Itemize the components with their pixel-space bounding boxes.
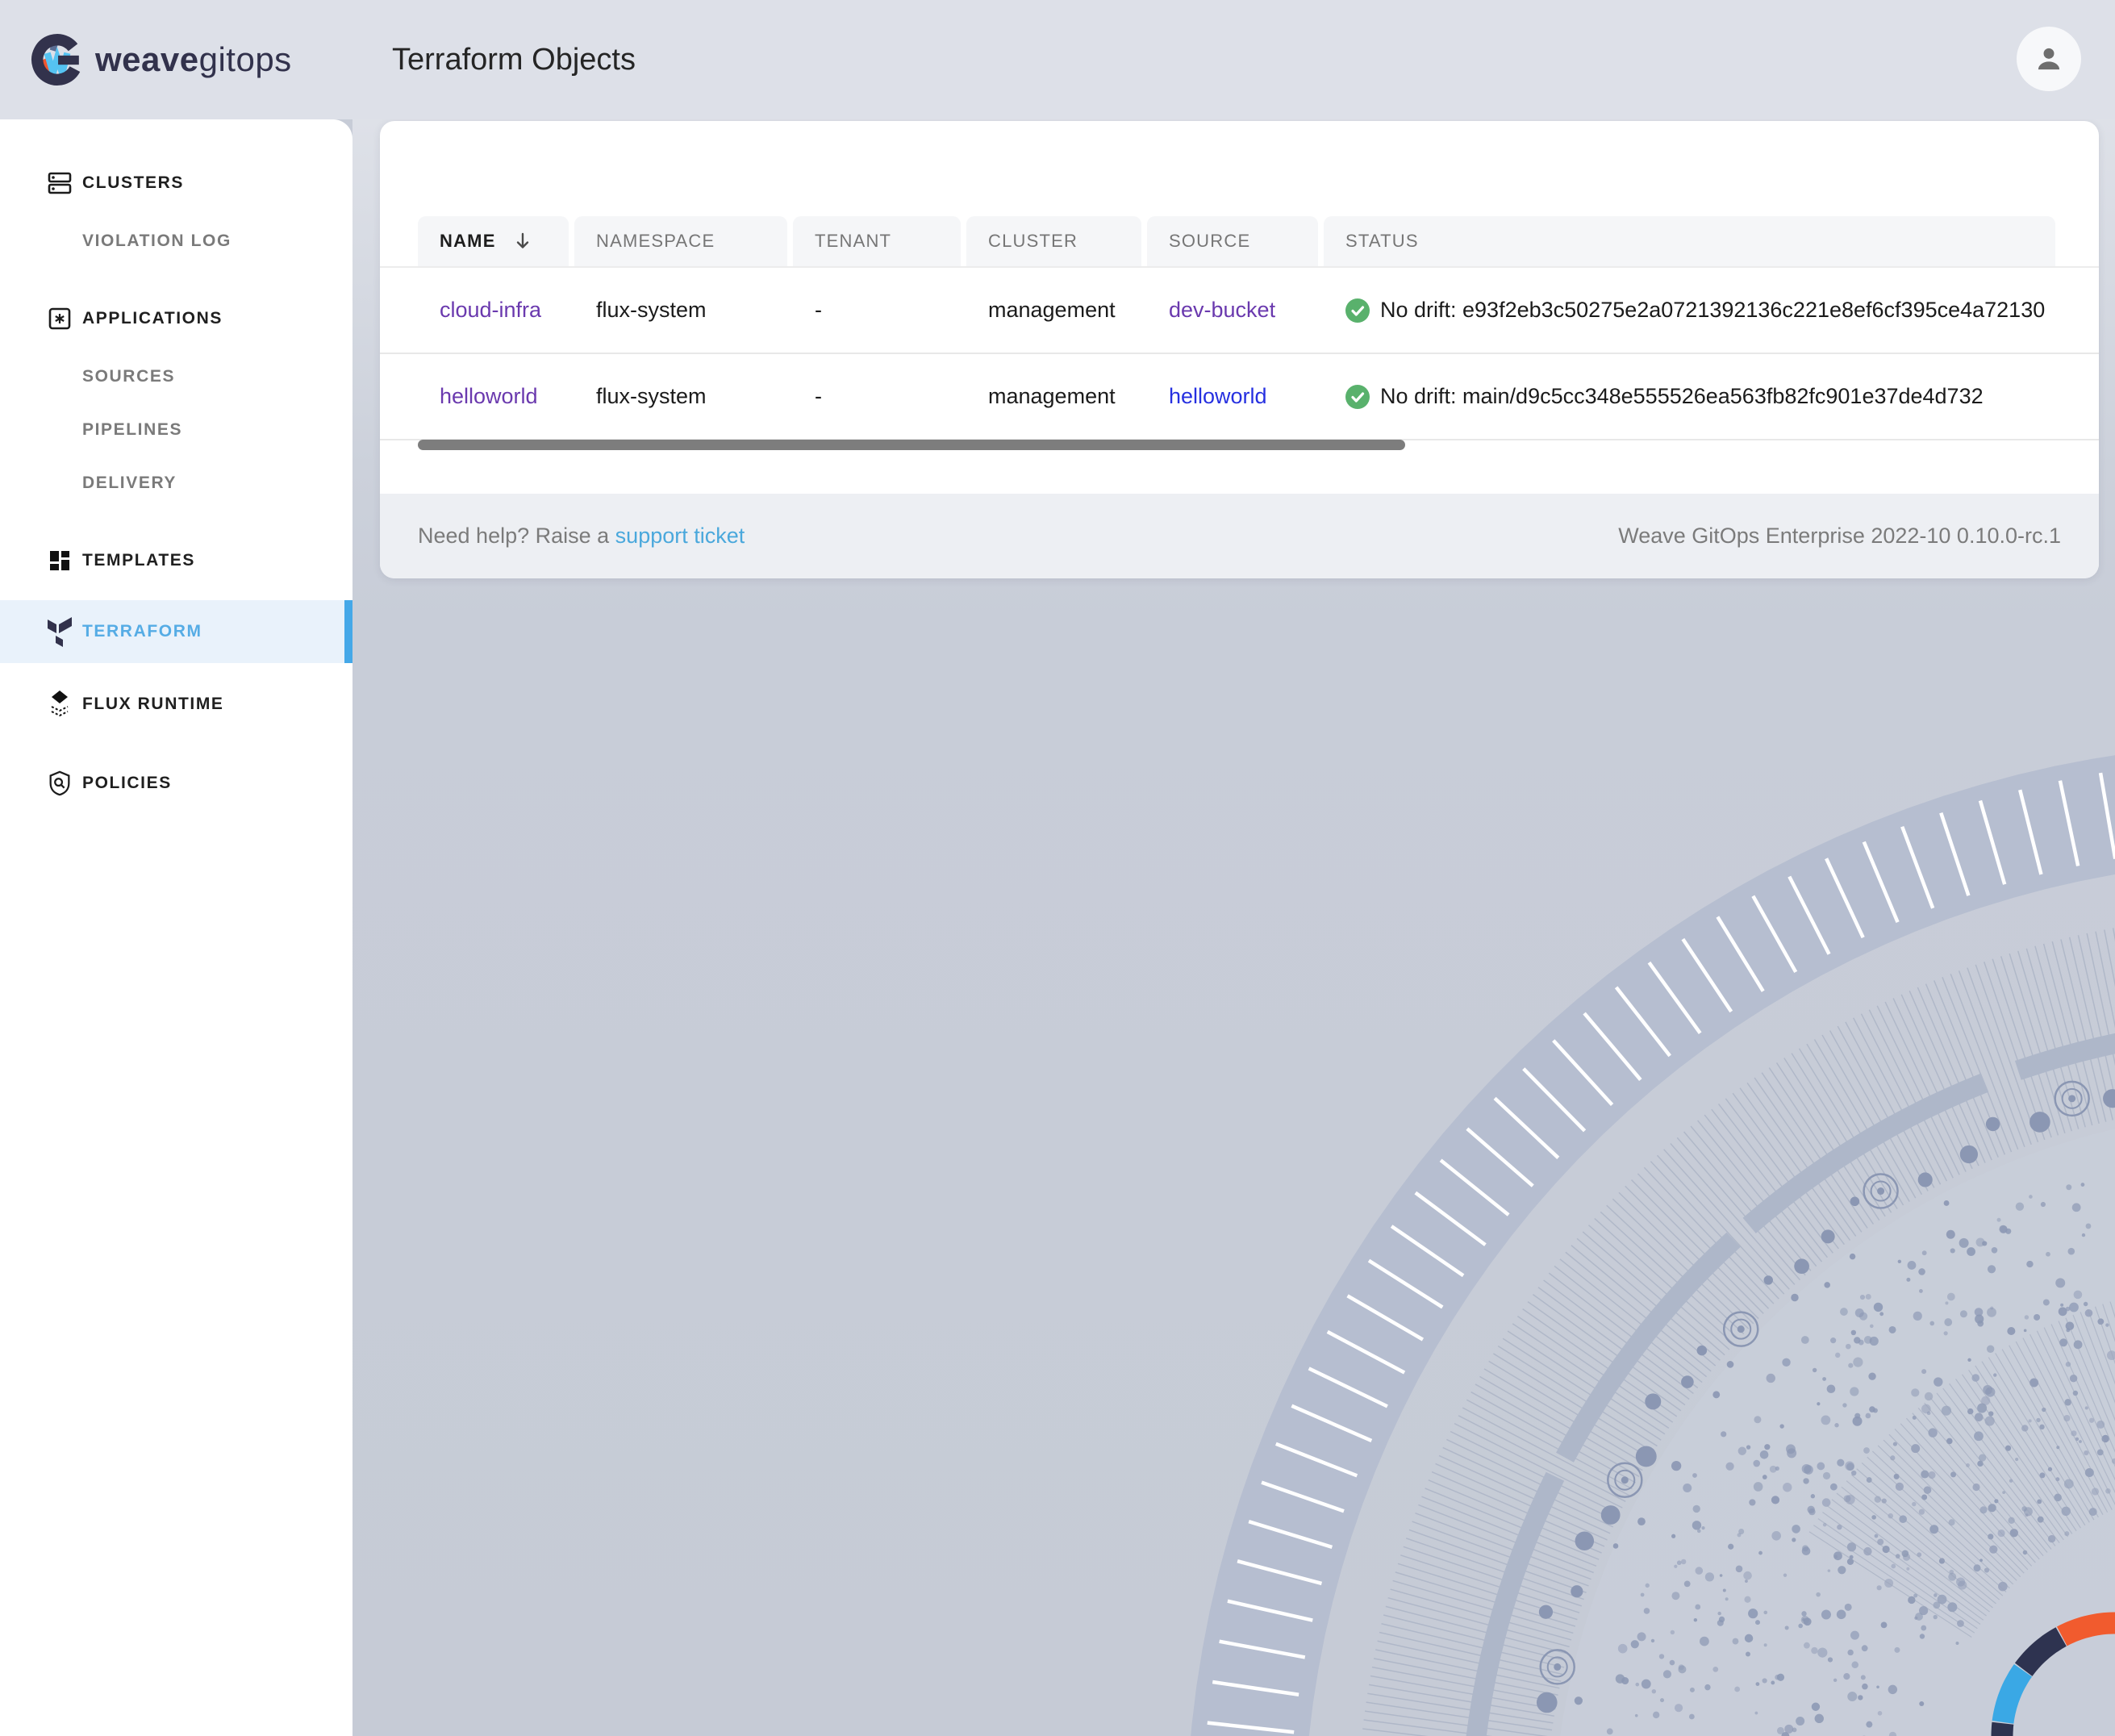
weave-gitops-app: weavegitops Terraform Objects CLUSTERS V… [0, 0, 2115, 1736]
sidebar-item-terraform[interactable]: TERRAFORM [0, 600, 352, 663]
brand-gitops: gitops [198, 40, 292, 78]
sidebar-item-sources[interactable]: SOURCES [0, 350, 352, 403]
brand-text: weavegitops [95, 40, 292, 79]
clusters-icon [45, 167, 74, 199]
sidebar-item-applications[interactable]: APPLICATIONS [0, 287, 352, 350]
sidebar-item-flux-runtime[interactable]: FLUX RUNTIME [0, 673, 352, 736]
sidebar: CLUSTERS VIOLATION LOG APPLICATIONS SOUR… [0, 119, 352, 1736]
terraform-objects-card: NAME NAMESPACE TENANT CLUSTER SOURCE STA… [380, 121, 2099, 578]
sidebar-item-pipelines[interactable]: PIPELINES [0, 403, 352, 457]
column-header-label: NAMESPACE [596, 231, 715, 251]
cell-name: cloud-infra [418, 298, 569, 323]
weave-gitops-logo-icon [31, 34, 83, 86]
sidebar-item-templates[interactable]: TEMPLATES [0, 529, 352, 592]
cell-source: dev-bucket [1147, 298, 1318, 323]
account-button[interactable] [2017, 27, 2081, 91]
source-link[interactable]: helloworld [1169, 384, 1267, 408]
policies-icon [45, 767, 74, 799]
sidebar-item-label: TEMPLATES [82, 551, 196, 570]
sidebar-item-label: VIOLATION LOG [82, 232, 232, 250]
column-header-tenant[interactable]: TENANT [793, 216, 961, 266]
weave-gitops-logo: weavegitops [31, 33, 292, 86]
flux-runtime-icon [45, 688, 74, 720]
terraform-icon [45, 616, 74, 648]
horizontal-scrollbar-thumb[interactable] [418, 440, 1405, 450]
cell-source: helloworld [1147, 384, 1318, 409]
sidebar-item-label: APPLICATIONS [82, 309, 223, 328]
sidebar-item-policies[interactable]: POLICIES [0, 752, 352, 815]
name-link[interactable]: cloud-infra [440, 298, 541, 322]
column-header-source[interactable]: SOURCE [1147, 216, 1318, 266]
sidebar-item-delivery[interactable]: DELIVERY [0, 457, 352, 510]
person-icon [2038, 48, 2060, 70]
templates-icon [45, 545, 74, 577]
sidebar-item-label: TERRAFORM [82, 622, 202, 641]
column-header-status[interactable]: STATUS [1324, 216, 2055, 266]
table-row: cloud-infra flux-system - management dev… [380, 268, 2099, 354]
column-header-namespace[interactable]: NAMESPACE [574, 216, 787, 266]
version-text: Weave GitOps Enterprise 2022-10 0.10.0-r… [1618, 524, 2061, 548]
sort-descending-icon [514, 232, 532, 251]
sidebar-item-label: DELIVERY [82, 474, 177, 492]
name-link[interactable]: helloworld [440, 384, 538, 408]
cell-status: No drift: e93f2eb3c50275e2a0721392136c22… [1324, 298, 2055, 323]
column-header-label: NAME [440, 231, 496, 251]
sidebar-item-label: PIPELINES [82, 420, 183, 439]
cell-cluster: management [988, 298, 1116, 322]
page-title: Terraform Objects [392, 42, 636, 77]
brand-weave: weave [95, 40, 199, 78]
app-header: weavegitops Terraform Objects [0, 0, 2115, 119]
cell-status: No drift: main/d9c5cc348e555526ea563fb82… [1324, 384, 2055, 409]
status-text: No drift: main/d9c5cc348e555526ea563fb82… [1380, 384, 1984, 408]
table-row: helloworld flux-system - management hell… [380, 354, 2099, 440]
sidebar-item-label: CLUSTERS [82, 173, 184, 192]
help-text: Need help? Raise a support ticket [418, 524, 745, 549]
cell-namespace: flux-system [596, 298, 707, 322]
card-footer: Need help? Raise a support ticket Weave … [380, 494, 2099, 578]
sidebar-item-label: SOURCES [82, 367, 176, 386]
column-header-label: SOURCE [1169, 231, 1251, 251]
applications-icon [45, 303, 74, 335]
sidebar-item-label: POLICIES [82, 774, 172, 792]
cell-tenant: - [815, 298, 822, 322]
column-header-label: STATUS [1345, 231, 1419, 251]
sidebar-item-violation-log[interactable]: VIOLATION LOG [0, 215, 352, 268]
sidebar-item-label: FLUX RUNTIME [82, 695, 224, 713]
status-ok-icon [1345, 384, 1370, 409]
content-area: NAME NAMESPACE TENANT CLUSTER SOURCE STA… [352, 119, 2115, 1736]
column-header-label: TENANT [815, 231, 892, 251]
support-ticket-link[interactable]: support ticket [615, 524, 745, 548]
cell-cluster: management [988, 384, 1116, 408]
table-header: NAME NAMESPACE TENANT CLUSTER SOURCE STA… [380, 216, 2099, 268]
help-text-label: Need help? Raise a [418, 524, 615, 548]
sidebar-item-clusters[interactable]: CLUSTERS [0, 152, 352, 215]
cell-tenant: - [815, 384, 822, 408]
column-header-name[interactable]: NAME [418, 216, 569, 266]
status-ok-icon [1345, 298, 1370, 323]
column-header-cluster[interactable]: CLUSTER [966, 216, 1141, 266]
cell-namespace: flux-system [596, 384, 707, 408]
column-header-label: CLUSTER [988, 231, 1078, 251]
status-text: No drift: e93f2eb3c50275e2a0721392136c22… [1380, 298, 2046, 322]
sidebar-nav: CLUSTERS VIOLATION LOG APPLICATIONS SOUR… [0, 119, 352, 815]
source-link[interactable]: dev-bucket [1169, 298, 1275, 322]
cell-name: helloworld [418, 384, 569, 409]
